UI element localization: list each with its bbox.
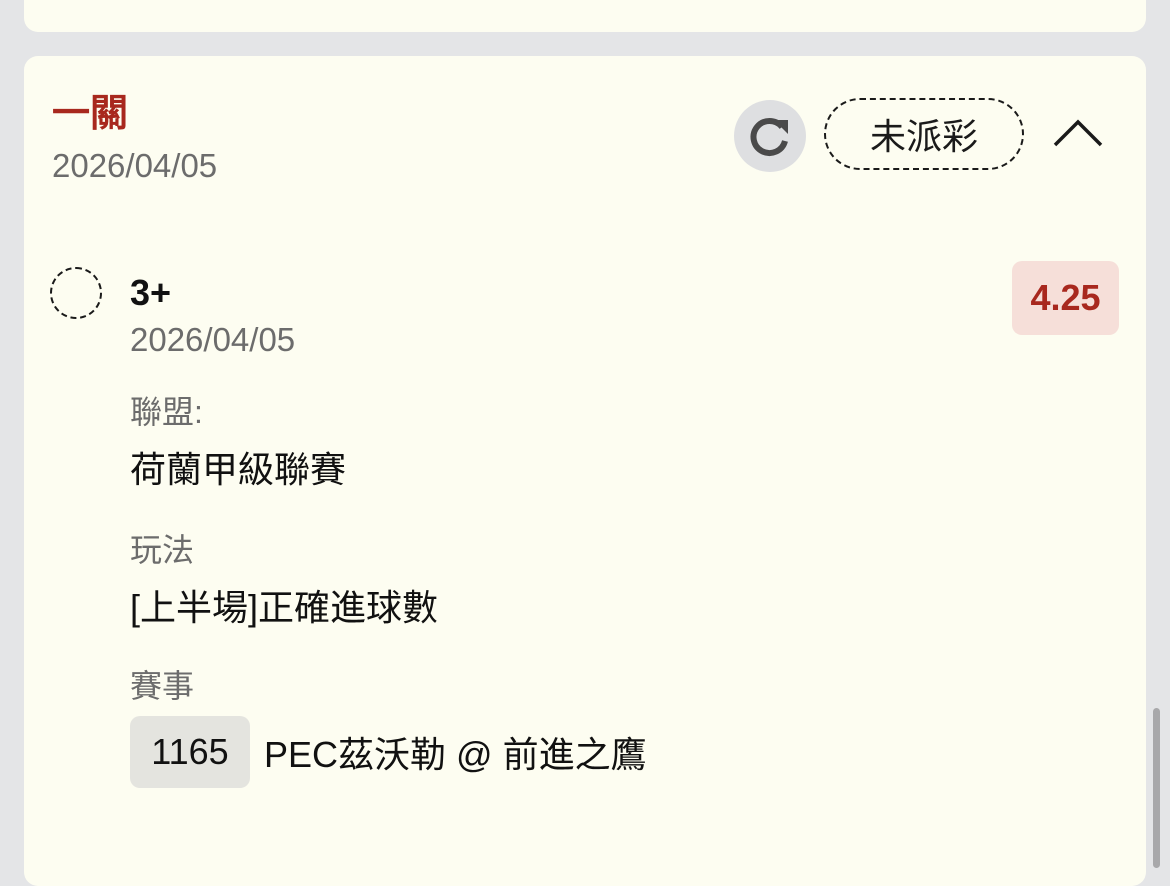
scrollbar[interactable] [1153, 708, 1160, 868]
league-label: 聯盟: [130, 394, 203, 430]
bet-type-value: [上半場]正確進球數 [130, 587, 439, 628]
odds-badge: 4.25 [1012, 261, 1119, 335]
payout-status-badge: 未派彩 [824, 98, 1024, 170]
bet-date: 2026/04/05 [52, 147, 218, 184]
bet-card: 一關 2026/04/05 未派彩 3+ 2026/04/05 4.25 聯盟:… [24, 56, 1146, 886]
previous-card-bottom [24, 0, 1146, 32]
bet-type-label: 玩法 [130, 532, 195, 568]
chevron-up-icon [1053, 119, 1103, 147]
match-row: 1165 PEC茲沃勒 @ 前進之鷹 [130, 716, 647, 788]
refresh-icon [750, 118, 788, 156]
match-number-badge: 1165 [130, 716, 250, 788]
selection-status-icon [50, 267, 102, 319]
collapse-button[interactable] [1050, 108, 1106, 158]
refresh-button[interactable] [734, 100, 806, 172]
selection-name: 3+ [130, 272, 172, 313]
match-label: 賽事 [130, 668, 195, 704]
match-name: PEC茲沃勒 @ 前進之鷹 [264, 734, 647, 775]
selection-date: 2026/04/05 [130, 321, 296, 358]
bet-type-title: 一關 [52, 93, 129, 135]
league-value: 荷蘭甲級聯賽 [130, 449, 347, 490]
